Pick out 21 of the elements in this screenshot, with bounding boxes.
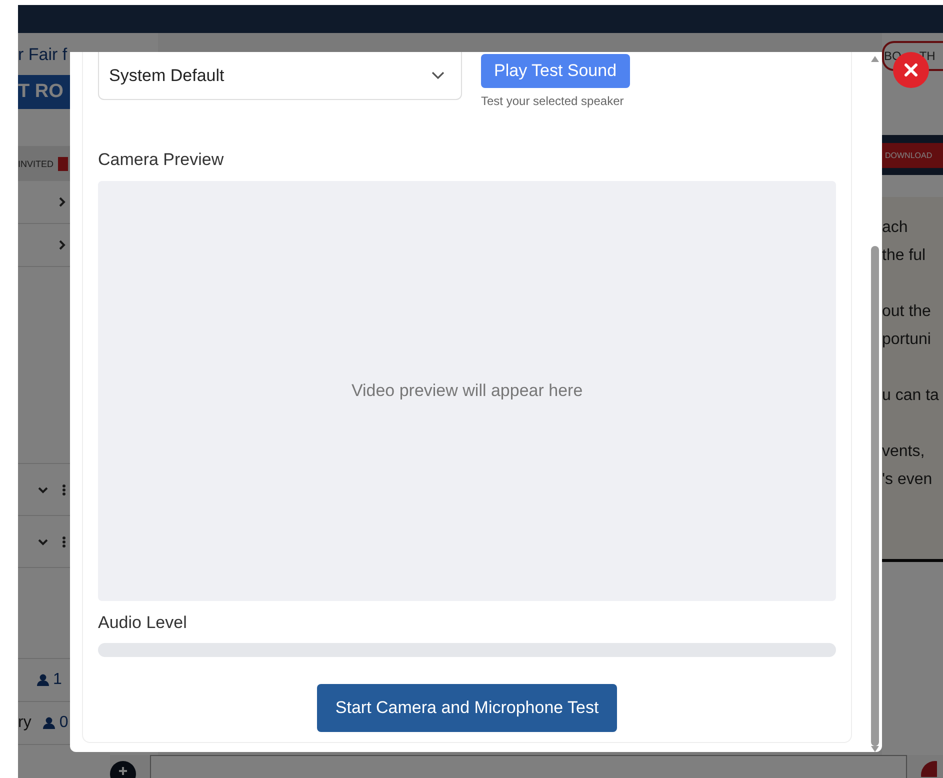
participant-count: 1: [53, 671, 62, 689]
helper-text: Test your selected speaker: [481, 94, 625, 108]
text-line: ach: [882, 219, 909, 238]
room-button[interactable]: T RO: [18, 75, 70, 109]
section-label: Audio Level: [98, 613, 188, 633]
text-line: u can ta: [882, 387, 940, 406]
invited-label: INVITED: [18, 158, 54, 168]
participant-count: 0: [59, 714, 68, 732]
play-test-sound-button[interactable]: Play Test Sound: [481, 54, 630, 88]
section-label: Camera Preview: [98, 150, 225, 170]
text-line: portuni: [882, 331, 932, 350]
room-label: ry: [18, 714, 32, 732]
video-preview: Video preview will appear here: [98, 181, 836, 601]
start-test-button[interactable]: Start Camera and Microphone Test: [317, 684, 617, 732]
download-button[interactable]: DOWNLOAD: [882, 142, 943, 168]
text-line: 's even: [882, 471, 934, 490]
page-title: r Fair f: [18, 45, 68, 66]
text-line: the ful: [882, 247, 927, 266]
text-line: vents,: [882, 443, 926, 462]
text-line: out the: [882, 303, 932, 322]
speaker-select[interactable]: System Default: [98, 52, 462, 100]
